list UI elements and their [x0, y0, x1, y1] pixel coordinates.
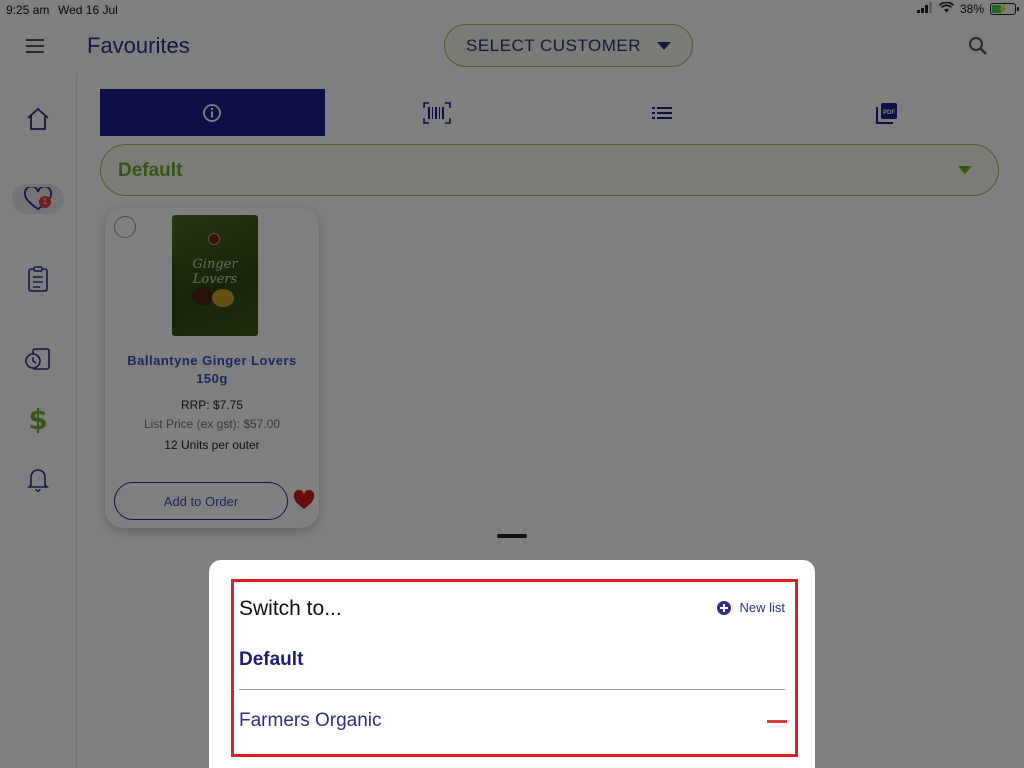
new-list-label: New list: [739, 600, 785, 615]
divider: [239, 689, 785, 690]
list-item-default[interactable]: Default: [239, 649, 303, 671]
new-list-button[interactable]: New list: [717, 600, 785, 615]
sheet-grabber[interactable]: [497, 534, 527, 538]
list-item-farmers-organic[interactable]: Farmers Organic: [239, 710, 382, 732]
sheet-title: Switch to...: [239, 597, 342, 620]
switch-list-sheet: Switch to... New list Default Farmers Or…: [209, 560, 815, 768]
remove-list-button[interactable]: [767, 720, 787, 723]
plus-circle-icon: [717, 600, 732, 615]
